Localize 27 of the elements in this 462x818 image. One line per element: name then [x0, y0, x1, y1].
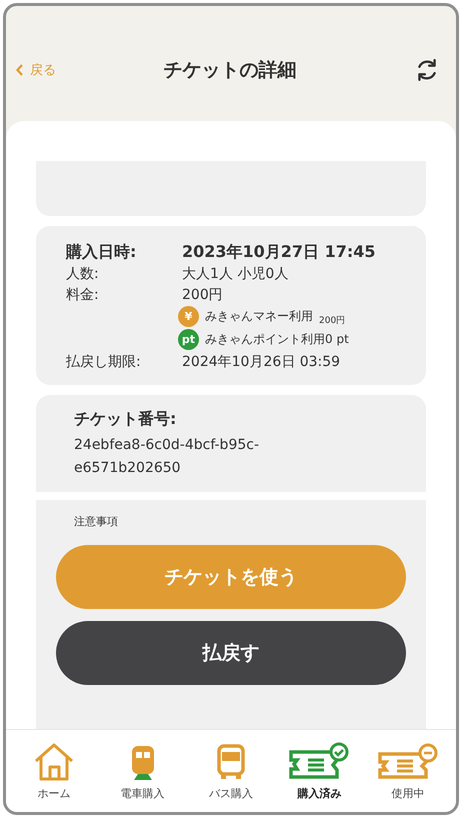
screen-title: チケットの詳細 [162, 58, 298, 82]
house-icon [33, 742, 76, 782]
nav-tab[interactable]: バス購入 [188, 742, 273, 800]
detail-label: 払戻し期限: [66, 353, 142, 372]
payment-amount: 200円 [319, 315, 346, 327]
detail-label: 人数: [66, 265, 100, 284]
nav-tab[interactable]: 使用中 [366, 742, 450, 800]
detail-label: 料金: [66, 286, 100, 305]
detail-value: 200円 [182, 286, 223, 305]
detail-value: 2024年10月26日 03:59 [182, 353, 340, 372]
ticket-number-label: チケット番号: [74, 409, 178, 430]
ticket-number: 24ebfea8-6c0d-4bcf-b95c-e6571b202650 [74, 436, 260, 478]
payment-text: みきゃんポイント利用0 pt [205, 331, 349, 348]
nav-tab[interactable]: ホーム [12, 742, 96, 800]
nav-tab[interactable]: 購入済み [277, 742, 362, 800]
ticket-minus-icon [376, 742, 439, 782]
refund-button[interactable]: 払戻す [56, 621, 406, 685]
notes-title: 注意事項 [73, 514, 119, 529]
detail-label: 購入日時: [66, 241, 138, 263]
detail-value: 大人1人 小児0人 [182, 265, 288, 284]
nav-tab[interactable]: 電車購入 [100, 742, 185, 800]
yen-icon: ¥ [178, 306, 199, 327]
points-icon: pt [178, 329, 199, 350]
chevron-left-icon [16, 64, 24, 76]
payment-text: みきゃんマネー利用 [205, 308, 313, 325]
detail-value: 2023年10月27日 17:45 [182, 241, 376, 263]
ticket-check-icon [288, 742, 350, 782]
